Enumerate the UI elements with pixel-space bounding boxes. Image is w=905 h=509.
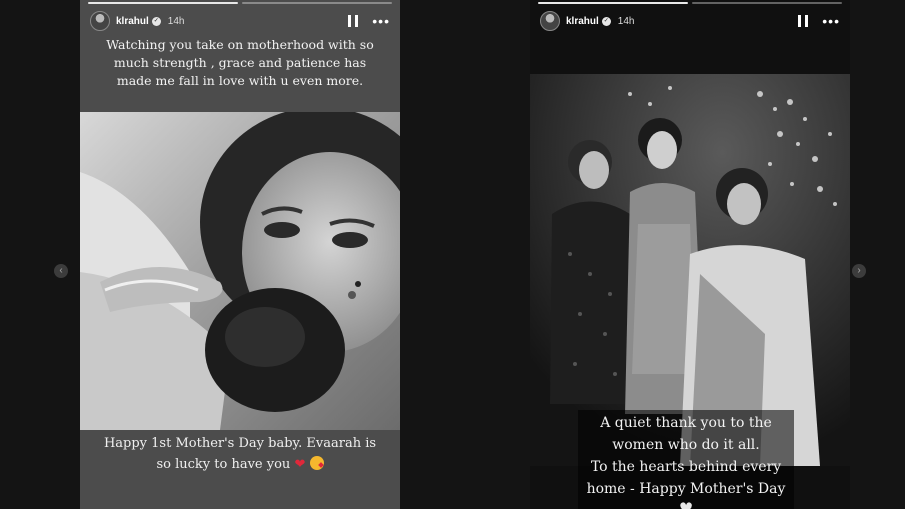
story-photo-mother-baby xyxy=(80,112,400,430)
pause-icon[interactable] xyxy=(348,15,359,27)
avatar[interactable] xyxy=(90,11,110,31)
pause-icon[interactable] xyxy=(798,15,809,27)
more-options-icon[interactable]: ••• xyxy=(822,14,840,28)
username[interactable]: klrahul xyxy=(116,16,149,27)
story-caption-quote: A quiet thank you to the women who do it… xyxy=(578,410,794,509)
story-caption-top: Watching you take on motherhood with so … xyxy=(106,37,374,88)
chevron-right-icon[interactable]: › xyxy=(852,264,866,278)
progress-segment xyxy=(538,2,688,4)
story-header: klrahul ✓ 14h ••• xyxy=(90,10,390,32)
caption-bottom-text: Happy 1st Mother's Day baby. Evaarah is … xyxy=(103,436,377,472)
photo-illustration xyxy=(530,74,850,466)
more-options-icon[interactable]: ••• xyxy=(372,14,390,28)
story-progress-bar xyxy=(88,2,392,4)
verified-badge-icon: ✓ xyxy=(601,16,611,26)
quote-line: women who do it all. xyxy=(612,437,760,453)
quote-line: A quiet thank you to the xyxy=(600,415,772,431)
avatar[interactable] xyxy=(540,11,560,31)
story-card-left[interactable]: klrahul ✓ 14h ••• Watching you take on m… xyxy=(80,0,400,509)
progress-segment xyxy=(88,2,238,4)
verified-badge-icon: ✓ xyxy=(151,16,161,26)
username[interactable]: klrahul xyxy=(566,16,599,27)
story-timestamp: 14h xyxy=(167,15,185,27)
story-card-right[interactable]: klrahul ✓ 14h ••• A quiet thank you to t… xyxy=(530,0,850,509)
story-timestamp: 14h xyxy=(617,15,635,27)
white-heart-icon: ♥ xyxy=(678,499,694,509)
story-photo-three-women xyxy=(530,74,850,466)
story-header: klrahul ✓ 14h ••• xyxy=(540,10,840,32)
quote-line: home - Happy Mother's Day xyxy=(586,481,786,497)
chevron-left-icon[interactable]: ‹ xyxy=(54,264,68,278)
photo-illustration xyxy=(80,112,400,430)
story-caption-bottom: Happy 1st Mother's Day baby. Evaarah is … xyxy=(80,433,400,475)
story-progress-bar xyxy=(538,2,842,4)
progress-segment xyxy=(692,2,842,4)
progress-segment xyxy=(242,2,392,4)
face-blowing-kiss-icon xyxy=(309,456,324,470)
red-heart-icon: ❤ xyxy=(294,457,306,472)
quote-line: To the hearts behind every xyxy=(590,459,782,475)
